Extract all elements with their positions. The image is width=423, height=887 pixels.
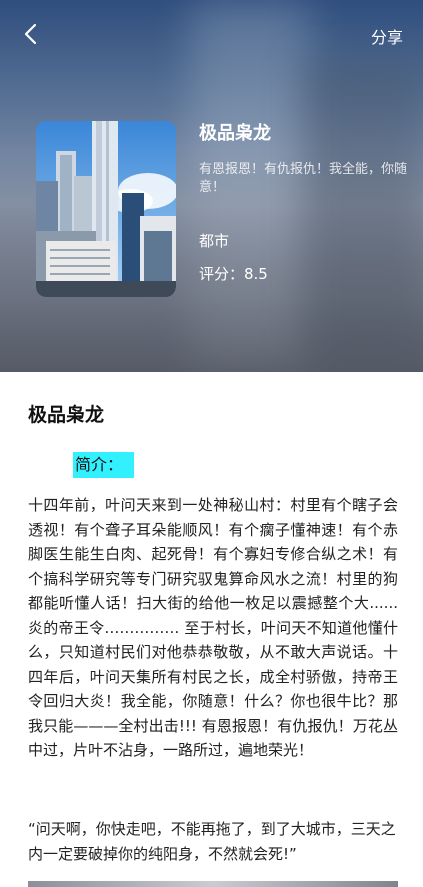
book-info: 极品枭龙 有恩报恩！有仇报仇！我全能，你随意！ 都市 评分：8.5 bbox=[199, 121, 414, 283]
back-button[interactable] bbox=[18, 20, 46, 48]
intro-label: 简介： bbox=[73, 452, 135, 478]
book-cover-image[interactable] bbox=[36, 121, 176, 297]
book-detail-content: 极品枭龙 简介： 十四年前，叶问天来到一处神秘山村：村里有个瞎子会透视！有个聋子… bbox=[0, 372, 423, 887]
top-bar: 分享 bbox=[0, 14, 423, 54]
book-header-background: 分享 极品枭龙 有恩报恩！有仇报仇！我全能，你随意！ 都市 评分：8.5 bbox=[0, 0, 423, 372]
quote-text: “问天啊，你快走吧，不能再拖了，到了大城市，三天之内一定要破掉你的纯阳身，不然就… bbox=[28, 820, 396, 863]
book-rating: 评分：8.5 bbox=[199, 265, 268, 283]
book-genre: 都市 bbox=[199, 232, 230, 250]
content-title: 极品枭龙 bbox=[28, 404, 105, 426]
next-image-preview bbox=[28, 881, 398, 887]
book-title: 极品枭龙 bbox=[199, 123, 271, 144]
synopsis-text: 十四年前，叶问天来到一处神秘山村：村里有个瞎子会透视！有个聋子耳朵能顺风！有个瘸… bbox=[28, 496, 398, 759]
chevron-left-icon bbox=[24, 23, 37, 45]
share-button[interactable]: 分享 bbox=[371, 24, 403, 48]
book-tagline: 有恩报恩！有仇报仇！我全能，你随意！ bbox=[199, 162, 408, 195]
